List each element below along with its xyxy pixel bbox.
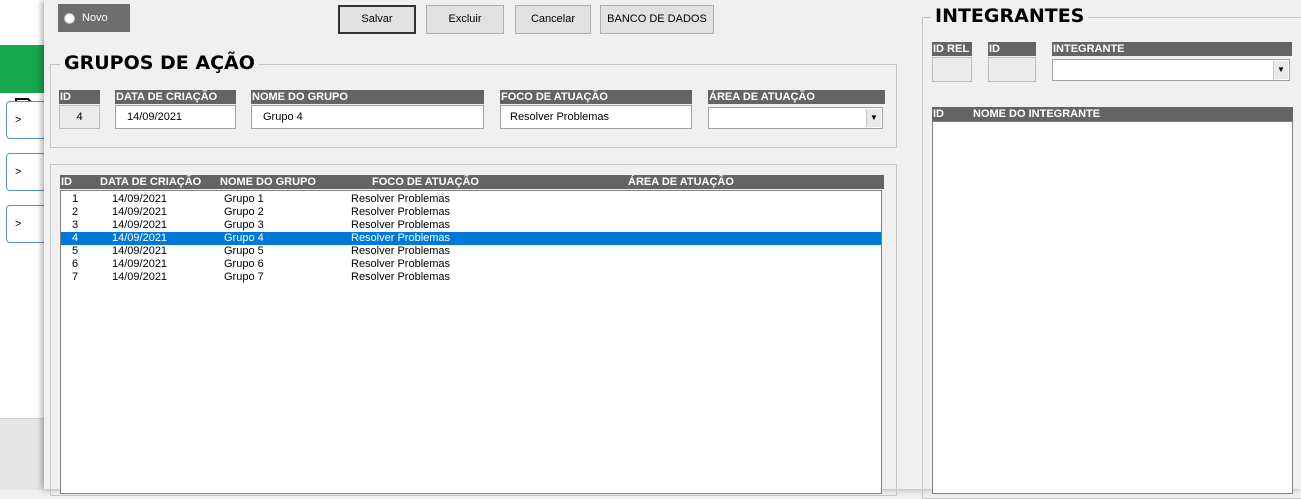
novo-option[interactable]: Novo <box>58 4 130 32</box>
creation-date-header: DATA DE CRIAÇÃO <box>115 90 236 104</box>
focus-header: FOCO DE ATUAÇÃO <box>500 90 692 104</box>
nav-button-3[interactable]: > <box>6 205 46 243</box>
radio-icon[interactable] <box>64 12 75 24</box>
delete-button[interactable]: Excluir <box>426 5 504 34</box>
chevron-down-icon[interactable]: ▼ <box>866 109 881 127</box>
member-id-field <box>988 57 1036 82</box>
groups-list-header: ID DATA DE CRIAÇÃO NOME DO GRUPO FOCO DE… <box>60 175 884 189</box>
cancel-button[interactable]: Cancelar <box>515 5 591 34</box>
members-frame-title: INTEGRANTES <box>931 5 1089 27</box>
groups-list[interactable]: 1 14/09/2021 Grupo 1 Resolver Problemas 2 14… <box>60 190 882 494</box>
groups-form: Novo Salvar Excluir Cancelar BANCO DE DA… <box>44 0 1301 499</box>
col-group-name: NOME DO GRUPO <box>220 176 316 188</box>
member-id-header: ID <box>988 42 1036 56</box>
group-name-header: NOME DO GRUPO <box>251 90 484 104</box>
chevron-down-icon[interactable]: ▼ <box>1273 61 1288 79</box>
col-area: ÁREA DE ATUAÇÃO <box>628 176 734 188</box>
app-header-bar <box>0 45 44 126</box>
list-item[interactable]: 2 14/09/2021 Grupo 2 Resolver Problemas <box>61 206 881 219</box>
group-name-field[interactable]: Grupo 4 <box>251 105 484 129</box>
list-item[interactable]: 3 14/09/2021 Grupo 3 Resolver Problemas <box>61 219 881 232</box>
members-list[interactable] <box>932 121 1293 494</box>
id-rel-header: ID REL <box>932 42 972 56</box>
members-list-header: ID NOME DO INTEGRANTE <box>932 107 1293 121</box>
list-item[interactable]: 1 14/09/2021 Grupo 1 Resolver Problemas <box>61 193 881 206</box>
focus-field[interactable]: Resolver Problemas <box>500 105 692 129</box>
col-id: ID <box>61 176 72 188</box>
list-item[interactable]: 7 14/09/2021 Grupo 7 Resolver Problemas <box>61 271 881 284</box>
area-select[interactable]: ▼ <box>708 107 883 129</box>
col-focus: FOCO DE ATUAÇÃO <box>372 176 479 188</box>
area-header: ÁREA DE ATUAÇÃO <box>708 90 885 104</box>
background-app: > > > <box>0 0 46 490</box>
col-member-name: NOME DO INTEGRANTE <box>973 108 1101 120</box>
col-creation-date: DATA DE CRIAÇÃO <box>100 176 202 188</box>
list-item[interactable]: 6 14/09/2021 Grupo 6 Resolver Problemas <box>61 258 881 271</box>
member-header: INTEGRANTE <box>1052 42 1292 56</box>
list-item-selected[interactable]: 4 14/09/2021 Grupo 4 Resolver Problemas <box>61 232 881 245</box>
app-footer <box>0 418 44 490</box>
nav-button-1[interactable]: > <box>6 101 46 139</box>
id-header: ID <box>59 90 100 104</box>
id-rel-field <box>932 57 972 82</box>
novo-label: Novo <box>82 12 108 24</box>
col-member-id: ID <box>933 108 944 120</box>
creation-date-field[interactable]: 14/09/2021 <box>115 105 236 129</box>
groups-frame-title: GRUPOS DE AÇÃO <box>60 52 259 74</box>
database-button[interactable]: BANCO DE DADOS <box>600 5 714 34</box>
save-button[interactable]: Salvar <box>338 5 416 34</box>
member-select[interactable]: ▼ <box>1052 59 1290 81</box>
nav-button-2[interactable]: > <box>6 153 46 191</box>
id-field: 4 <box>59 105 100 129</box>
list-item[interactable]: 5 14/09/2021 Grupo 5 Resolver Problemas <box>61 245 881 258</box>
